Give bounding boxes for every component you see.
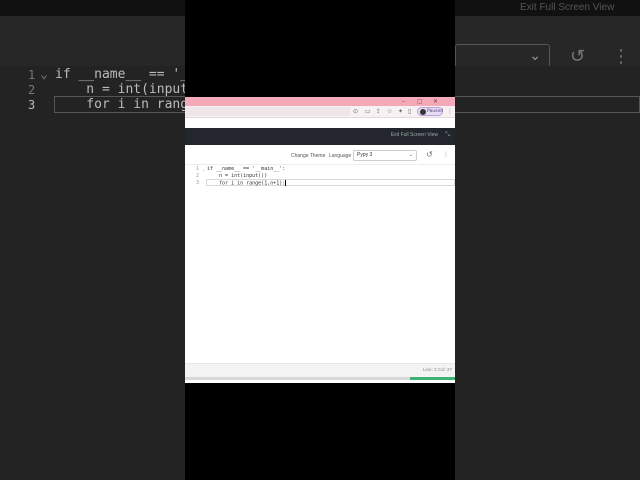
browser-toolbar: ⊙ ▭ ⇪ ☆ ✦ ▯ Paused ⋮ xyxy=(185,106,455,118)
language-label: Language xyxy=(329,153,352,159)
extensions-icon[interactable]: ✦ xyxy=(398,107,403,116)
language-select[interactable]: Pypy 3 ⌄ xyxy=(353,150,417,161)
avatar xyxy=(420,109,426,115)
background-fold-icon: ⌄ xyxy=(40,67,48,82)
line-number: 3 xyxy=(196,180,200,186)
browser-titlebar: – ▢ ✕ xyxy=(185,97,455,106)
editor-top-bar: Exit Full Screen View ⤡ xyxy=(185,128,455,145)
maximize-icon[interactable]: ▢ xyxy=(417,97,423,106)
cursor-position: Line: 3 Col: 27 xyxy=(422,367,452,372)
code-area[interactable]: 1 ⌄ if __name__ == '__main__': 2 n = int… xyxy=(185,166,455,366)
code-text: if __name__ == '__main__': xyxy=(207,166,286,172)
code-line: 2 n = int(input()) xyxy=(185,173,455,180)
more-icon[interactable]: ⋮ xyxy=(443,151,449,158)
text-cursor xyxy=(285,180,287,186)
background-more-icon: ⋮ xyxy=(612,46,630,67)
fold-icon[interactable]: ⌄ xyxy=(202,166,205,173)
line-number: 2 xyxy=(196,173,200,179)
background-line-number: 2 xyxy=(28,83,36,97)
background-line-number: 1 xyxy=(28,68,36,82)
zoom-icon[interactable]: ⊙ xyxy=(353,107,358,116)
video-frame: – ▢ ✕ ⊙ ▭ ⇪ ☆ ✦ ▯ Paused ⋮ Exit Full Scr… xyxy=(185,0,455,480)
menu-icon[interactable]: ⋮ xyxy=(447,107,453,116)
collapse-icon[interactable]: ⤡ xyxy=(445,131,450,139)
progress-fill xyxy=(410,377,455,380)
editor-header: Change Theme Language Pypy 3 ⌄ ↺ ⋮ xyxy=(185,147,455,165)
minimize-icon[interactable]: – xyxy=(402,97,405,106)
code-text-content: for i in range(1,n+1): xyxy=(207,180,286,187)
language-value: Pypy 3 xyxy=(357,152,373,158)
chevron-down-icon: ⌄ xyxy=(408,152,413,158)
share-icon[interactable]: ⇪ xyxy=(376,107,381,116)
exit-fullscreen-link[interactable]: Exit Full Screen View xyxy=(391,132,438,138)
background-code-line: n = int(input() xyxy=(55,82,204,97)
progress-track xyxy=(185,377,455,380)
cast-icon[interactable]: ▭ xyxy=(365,107,371,116)
reset-icon[interactable]: ↺ xyxy=(426,150,433,159)
background-exit-label: Exit Full Screen View xyxy=(520,2,615,13)
code-line: 1 ⌄ if __name__ == '__main__': xyxy=(185,166,455,173)
background-line-number: 3 xyxy=(28,98,36,112)
profile-label: Paused xyxy=(427,109,444,114)
code-line: 3 for i in range(1,n+1): xyxy=(185,180,455,187)
change-theme-button[interactable]: Change Theme xyxy=(291,153,325,159)
page-gap xyxy=(185,118,455,128)
code-editor: Change Theme Language Pypy 3 ⌄ ↺ ⋮ 1 ⌄ i… xyxy=(185,147,455,383)
browser-window: – ▢ ✕ ⊙ ▭ ⇪ ☆ ✦ ▯ Paused ⋮ Exit Full Scr… xyxy=(185,97,455,383)
profile-button[interactable]: Paused xyxy=(417,107,443,116)
star-icon[interactable]: ☆ xyxy=(387,107,392,116)
background-reset-icon: ↺ xyxy=(570,46,586,67)
code-text: n = int(input()) xyxy=(207,173,268,179)
sidepanel-icon[interactable]: ▯ xyxy=(408,107,411,116)
line-number: 1 xyxy=(196,166,200,172)
address-bar[interactable] xyxy=(185,107,350,116)
close-icon[interactable]: ✕ xyxy=(433,97,438,106)
code-text: for i in range(1,n+1): xyxy=(207,180,287,188)
status-bar: Line: 3 Col: 27 xyxy=(185,363,455,377)
